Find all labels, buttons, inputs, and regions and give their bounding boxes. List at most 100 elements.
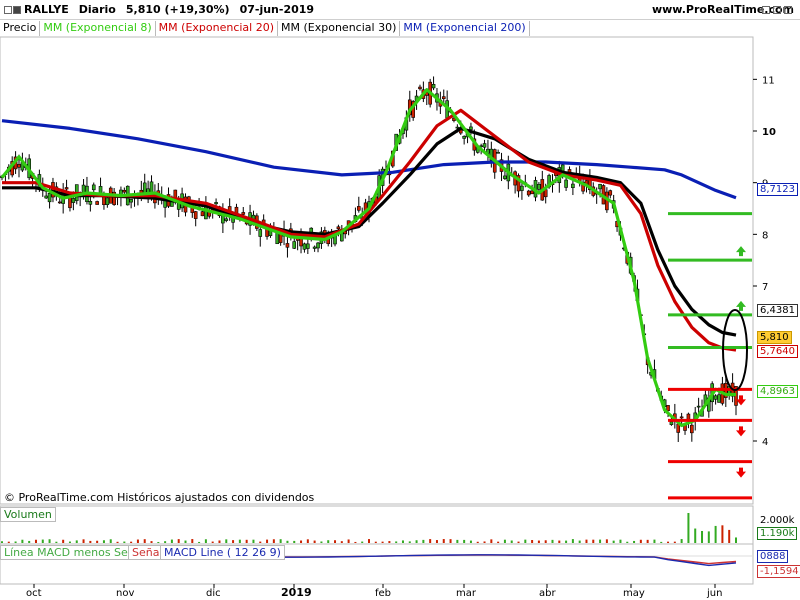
volume-bar — [429, 539, 432, 543]
candle-body — [200, 211, 205, 217]
volume-bar — [191, 539, 194, 543]
x-tick-label-7: may — [623, 588, 645, 599]
volume-bar — [116, 541, 119, 543]
y-tick-label-1: 10 — [762, 127, 776, 138]
candle-body — [441, 96, 446, 99]
x-tick-label-5: mar — [456, 588, 477, 599]
candle-body — [302, 243, 307, 250]
candle-body — [316, 242, 320, 249]
volume-bar — [14, 541, 17, 543]
candle-body — [717, 394, 721, 403]
volume-bar — [456, 539, 459, 543]
tag-ema200: 8,7123 — [757, 183, 798, 196]
volume-bar — [673, 541, 676, 543]
volume-bar — [327, 540, 330, 543]
candle-body — [357, 206, 361, 211]
volume-bar — [313, 540, 316, 543]
volume-bar — [551, 539, 554, 543]
ema20-line — [2, 108, 737, 352]
volume-bar — [306, 539, 309, 543]
volume-bar — [646, 539, 649, 543]
volume-bar — [660, 541, 663, 543]
volume-bar — [245, 539, 248, 543]
tag-level: 6,4381 — [757, 304, 798, 317]
candle-body — [679, 416, 684, 419]
macd-histogram-label[interactable]: Línea MACD menos Señal — [0, 545, 149, 560]
volume-bar — [435, 540, 438, 543]
volume-bar — [123, 541, 126, 543]
volume-bar — [408, 541, 411, 543]
volume-bar — [21, 539, 24, 543]
volume-bar — [368, 539, 370, 543]
volume-bar — [653, 539, 656, 543]
candle-body — [47, 193, 52, 203]
candle-body — [17, 164, 21, 168]
volume-bar — [694, 528, 697, 543]
volume-bar — [218, 540, 221, 543]
volume-bar — [497, 541, 500, 543]
volume-bar — [517, 541, 520, 543]
volume-bar — [354, 541, 357, 543]
level-arrow-down-5 — [736, 426, 746, 437]
volume-panel-frame — [0, 505, 754, 545]
candle-body — [292, 241, 297, 249]
volume-bar — [62, 539, 65, 543]
x-tick-label-1: nov — [116, 588, 134, 599]
volume-bar — [7, 541, 10, 543]
candle-body — [340, 232, 344, 242]
candle-body — [482, 143, 487, 148]
volume-bar — [225, 539, 228, 543]
volume-bar — [612, 540, 615, 543]
price-chart[interactable]: 11109874octnovdic2019febmarabrmayjun — [0, 0, 800, 600]
candle-body — [241, 212, 246, 215]
volume-bar — [252, 539, 255, 543]
candle-body — [312, 246, 317, 249]
volume-bar — [544, 540, 547, 543]
x-tick-label-8: jun — [706, 588, 722, 599]
candle-body — [696, 405, 701, 408]
volume-bar — [701, 530, 704, 543]
volume-label[interactable]: Volumen — [0, 507, 56, 522]
volume-bar — [578, 540, 581, 543]
volume-bar — [680, 539, 683, 543]
volume-bar — [490, 539, 493, 543]
candle-body — [224, 218, 229, 221]
candle-body — [669, 421, 674, 425]
volume-bar — [293, 540, 296, 543]
volume-bar — [633, 540, 636, 543]
volume-bar — [347, 539, 350, 543]
candle-body — [608, 190, 613, 196]
volume-bar — [164, 541, 167, 543]
volume-bar — [605, 539, 608, 543]
volume-bar — [279, 539, 282, 543]
candle-body — [564, 179, 568, 188]
y-tick-label-3: 8 — [762, 230, 768, 241]
candle-body — [122, 189, 127, 193]
volume-bar — [238, 539, 241, 543]
volume-bar — [592, 539, 595, 543]
volume-bar — [558, 540, 561, 543]
candle-body — [44, 195, 48, 199]
level-arrow-up-1 — [736, 246, 746, 257]
candle-body — [560, 164, 565, 172]
candle-body — [258, 229, 263, 237]
candle-body — [98, 186, 103, 194]
candle-body — [666, 405, 670, 412]
volume-bar — [232, 540, 235, 543]
price-panel-frame — [0, 36, 754, 505]
x-tick-label-0: oct — [26, 588, 42, 599]
candle-body — [598, 183, 602, 190]
volume-bar — [401, 540, 404, 543]
copyright: © ProRealTime.com Históricos ajustados c… — [4, 491, 315, 504]
volume-bar — [150, 541, 153, 543]
volume-bar — [136, 539, 139, 543]
volume-bar — [334, 540, 337, 543]
volume-bar — [510, 540, 513, 543]
volume-bar — [34, 539, 37, 543]
macd-line-label[interactable]: MACD Line ( 12 26 9) — [160, 545, 285, 560]
volume-bar — [503, 539, 506, 543]
candle-body — [418, 86, 422, 90]
volume-bar — [735, 537, 737, 543]
candle-body — [496, 152, 500, 154]
x-tick-label-2: dic — [206, 588, 221, 599]
